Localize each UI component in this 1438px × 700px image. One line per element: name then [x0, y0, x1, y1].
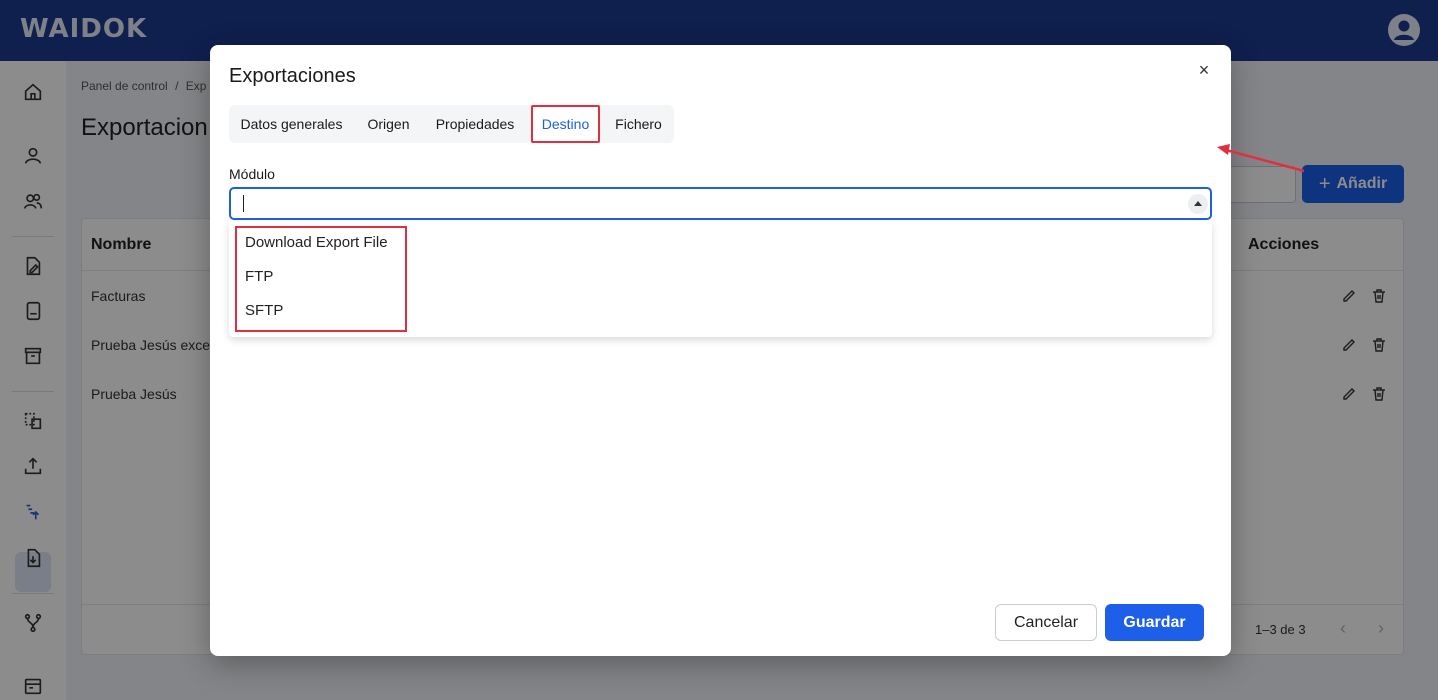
dialog-title: Exportaciones [229, 65, 356, 87]
tab-propiedades[interactable]: Propiedades [427, 105, 523, 143]
module-dropdown: Download Export File FTP SFTP [229, 221, 1212, 337]
tab-fichero[interactable]: Fichero [609, 105, 668, 143]
module-field-label: Módulo [229, 166, 275, 182]
annotation-arrow-icon [1217, 144, 1305, 173]
export-dialog: Exportaciones × Datos generales Origen P… [210, 45, 1231, 656]
option-sftp[interactable]: SFTP [245, 302, 283, 319]
tab-origen[interactable]: Origen [360, 105, 417, 143]
close-icon[interactable]: × [1194, 60, 1214, 80]
tab-datos-generales[interactable]: Datos generales [229, 105, 354, 143]
cancel-button[interactable]: Cancelar [995, 604, 1097, 641]
text-cursor [243, 195, 244, 212]
option-download-export-file[interactable]: Download Export File [245, 234, 388, 251]
chevron-up-icon[interactable] [1188, 194, 1208, 214]
option-ftp[interactable]: FTP [245, 268, 273, 285]
tab-destino[interactable]: Destino [531, 105, 600, 143]
save-button[interactable]: Guardar [1105, 604, 1204, 641]
module-select[interactable] [229, 187, 1212, 220]
